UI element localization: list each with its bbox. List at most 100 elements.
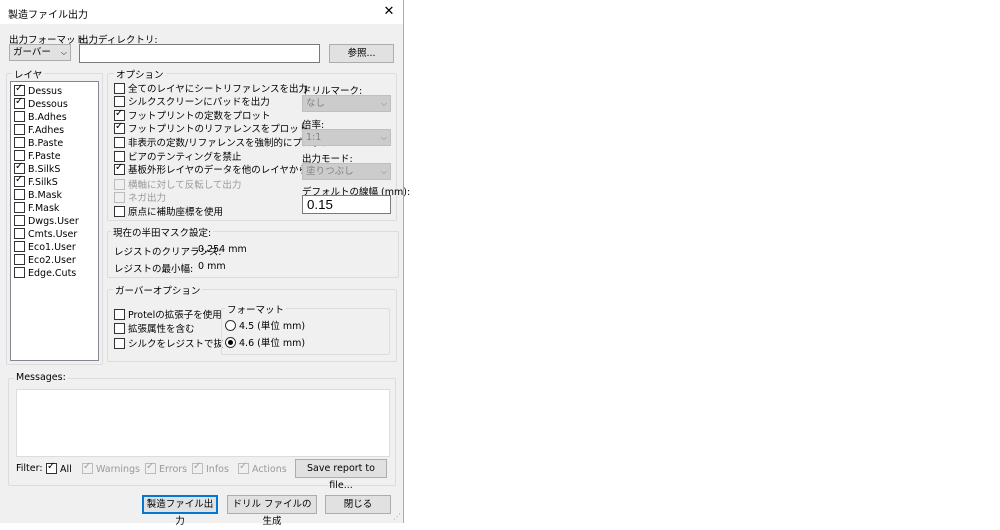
- layer-checkbox-label: B.SilkS: [28, 164, 61, 175]
- format-radio-label: 4.6 (単位 mm): [239, 338, 306, 349]
- checkbox-checked-icon: [238, 461, 249, 474]
- close-button[interactable]: 閉じる: [325, 495, 391, 514]
- layer-checkbox-label: Eco2.User: [28, 255, 76, 266]
- option-checkbox-label: 横軸に対して反転して出力: [128, 180, 242, 191]
- title-bar: 製造ファイル出力 ✕: [0, 0, 403, 24]
- checkbox-unchecked-icon[interactable]: [114, 206, 125, 217]
- layer-checkbox[interactable]: B.Adhes: [14, 111, 67, 124]
- layer-checkbox[interactable]: Dessous: [14, 96, 68, 111]
- option-checkbox-label: ネガ出力: [128, 193, 167, 204]
- browse-button[interactable]: 参照...: [329, 44, 394, 63]
- checkbox-checked-icon[interactable]: [114, 121, 125, 134]
- checkbox-checked-icon[interactable]: [14, 96, 25, 109]
- checkbox-unchecked-icon[interactable]: [114, 309, 125, 320]
- checkbox-unchecked-icon[interactable]: [14, 202, 25, 213]
- chevron-down-icon: ⌵: [60, 48, 67, 57]
- layer-checkbox-label: Dessous: [28, 99, 68, 110]
- save-report-button[interactable]: Save report to file...: [295, 459, 387, 491]
- checkbox-unchecked-icon[interactable]: [114, 96, 125, 107]
- radio-unselected-icon[interactable]: [225, 320, 236, 331]
- option-checkbox[interactable]: フットプリントの定数をプロット: [114, 108, 271, 123]
- layer-checkbox[interactable]: F.Adhes: [14, 124, 64, 137]
- scale-select[interactable]: 1:1 ⌵: [302, 129, 391, 146]
- checkbox-unchecked-icon[interactable]: [14, 241, 25, 252]
- layer-checkbox[interactable]: B.Paste: [14, 137, 63, 150]
- layer-checkbox-label: F.SilkS: [28, 177, 58, 188]
- checkbox-unchecked-icon[interactable]: [14, 189, 25, 200]
- layer-checkbox[interactable]: B.Mask: [14, 189, 62, 202]
- layer-checkbox[interactable]: F.Mask: [14, 202, 59, 215]
- checkbox-unchecked-icon[interactable]: [14, 150, 25, 161]
- gerber-option-checkbox[interactable]: シルクをレジストで抜く: [114, 338, 233, 351]
- checkbox-checked-icon[interactable]: [114, 162, 125, 175]
- options-group-title: オプション: [114, 67, 166, 81]
- mask-minwidth-value: 0 mm: [198, 261, 226, 272]
- option-checkbox[interactable]: ビアのテンティングを禁止: [114, 151, 241, 164]
- checkbox-checked-icon[interactable]: [46, 461, 57, 474]
- layer-checkbox[interactable]: F.SilkS: [14, 174, 58, 189]
- format-radio[interactable]: 4.5 (単位 mm): [225, 320, 305, 333]
- chevron-down-icon: ⌵: [380, 133, 387, 142]
- checkbox-unchecked-icon[interactable]: [14, 124, 25, 135]
- layer-checkbox[interactable]: Dwgs.User: [14, 215, 79, 228]
- layer-checkbox-label: Dwgs.User: [28, 216, 79, 227]
- filter-checkbox: Warnings: [82, 461, 140, 476]
- checkbox-unchecked-icon[interactable]: [14, 111, 25, 122]
- output-dir-input[interactable]: [79, 44, 320, 63]
- checkbox-unchecked-icon[interactable]: [114, 323, 125, 334]
- layer-checkbox[interactable]: Eco1.User: [14, 241, 76, 254]
- gerber-option-checkbox[interactable]: Protelの拡張子を使用: [114, 309, 222, 322]
- checkbox-unchecked-icon[interactable]: [14, 254, 25, 265]
- option-checkbox-label: ビアのテンティングを禁止: [128, 152, 242, 163]
- filter-checkbox-label: Infos: [206, 464, 229, 475]
- option-checkbox[interactable]: 全てのレイヤにシートリファレンスを出力: [114, 83, 308, 96]
- layers-group-title: レイヤ: [12, 67, 45, 81]
- checkbox-unchecked-icon[interactable]: [114, 137, 125, 148]
- chevron-down-icon: ⌵: [380, 99, 387, 108]
- layer-checkbox[interactable]: Cmts.User: [14, 228, 77, 241]
- generate-drill-button[interactable]: ドリル ファイルの生成: [227, 495, 317, 527]
- checkbox-unchecked-icon[interactable]: [14, 228, 25, 239]
- layer-checkbox-label: F.Paste: [28, 151, 61, 162]
- checkbox-checked-icon: [145, 461, 156, 474]
- checkbox-checked-icon[interactable]: [14, 174, 25, 187]
- checkbox-unchecked-icon[interactable]: [114, 151, 125, 162]
- plot-button[interactable]: 製造ファイル出力: [142, 495, 218, 527]
- plot-dialog: 製造ファイル出力 ✕ 出力フォーマット: ガーバー ⌵ 出力ディレクトリ: 参照…: [0, 0, 410, 527]
- option-checkbox[interactable]: フットプリントのリファレンスをプロット: [114, 121, 308, 136]
- option-checkbox[interactable]: 非表示の定数/リファレンスを強制的にプロット: [114, 137, 331, 150]
- checkbox-unchecked-icon[interactable]: [14, 267, 25, 278]
- checkbox-checked-icon[interactable]: [114, 108, 125, 121]
- layer-checkbox-label: Eco1.User: [28, 242, 76, 253]
- checkbox-unchecked-icon[interactable]: [14, 215, 25, 226]
- checkbox-checked-icon[interactable]: [14, 161, 25, 174]
- radio-selected-icon[interactable]: [225, 337, 236, 348]
- filter-checkbox[interactable]: All: [46, 461, 72, 476]
- option-checkbox[interactable]: シルクスクリーンにパッドを出力: [114, 96, 270, 109]
- resize-grip-icon[interactable]: ⋰: [393, 512, 401, 521]
- format-select[interactable]: ガーバー ⌵: [9, 44, 71, 61]
- layer-checkbox[interactable]: Edge.Cuts: [14, 267, 76, 280]
- gerber-format-title: フォーマット: [225, 302, 287, 316]
- checkbox-unchecked-icon[interactable]: [114, 83, 125, 94]
- drill-mark-value: なし: [306, 98, 326, 109]
- gerber-option-checkbox[interactable]: 拡張属性を含む: [114, 323, 195, 336]
- option-checkbox[interactable]: 原点に補助座標を使用: [114, 206, 223, 219]
- checkbox-unchecked-icon[interactable]: [114, 338, 125, 349]
- checkbox-checked-icon[interactable]: [14, 83, 25, 96]
- checkbox-unchecked-icon[interactable]: [14, 137, 25, 148]
- option-checkbox[interactable]: 基板外形レイヤのデータを他のレイヤから除外: [114, 162, 327, 177]
- mode-select[interactable]: 塗りつぶし ⌵: [302, 163, 391, 180]
- format-radio[interactable]: 4.6 (単位 mm): [225, 337, 305, 350]
- filter-checkbox: Actions: [238, 461, 287, 476]
- layer-list: Dessus Dessous B.Adhes F.Adhes B.Paste F.Past…: [10, 81, 99, 361]
- format-select-value: ガーバー: [13, 47, 51, 58]
- layer-checkbox-label: F.Mask: [28, 203, 60, 214]
- messages-box[interactable]: [16, 389, 390, 457]
- option-checkbox-label: 原点に補助座標を使用: [128, 207, 224, 218]
- mask-group-title: 現在の半田マスク設定:: [111, 225, 214, 239]
- layer-checkbox[interactable]: Eco2.User: [14, 254, 76, 267]
- drill-mark-select[interactable]: なし ⌵: [302, 95, 391, 112]
- close-icon[interactable]: ✕: [381, 4, 397, 20]
- line-width-input[interactable]: [302, 195, 391, 214]
